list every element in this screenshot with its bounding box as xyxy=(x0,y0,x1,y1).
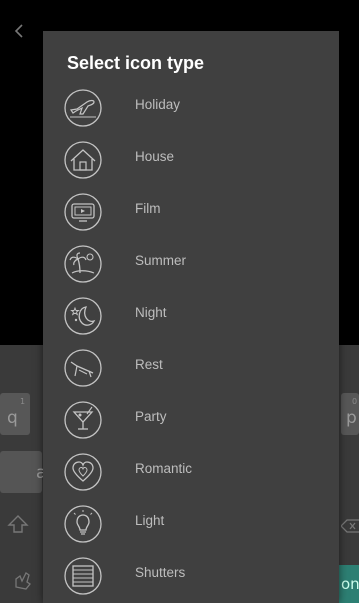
key-p-hint: 0 xyxy=(352,397,358,406)
option-light[interactable]: Light xyxy=(43,499,339,549)
option-holiday[interactable]: Holiday xyxy=(43,83,339,133)
keyboard-action-label: on xyxy=(341,575,359,593)
moon-stars-icon xyxy=(63,296,103,336)
option-label-film: Film xyxy=(135,201,161,216)
option-label-holiday: Holiday xyxy=(135,97,181,112)
option-label-shutters: Shutters xyxy=(135,565,186,580)
film-icon xyxy=(63,192,103,232)
light-bulb-icon xyxy=(63,504,103,544)
option-party[interactable]: Party xyxy=(43,395,339,445)
option-label-house: House xyxy=(135,149,175,164)
summer-palm-icon xyxy=(63,244,103,284)
option-house[interactable]: House xyxy=(43,135,339,185)
option-romantic[interactable]: Romantic xyxy=(43,447,339,497)
key-q-hint: 1 xyxy=(20,397,26,406)
back-chevron-icon[interactable] xyxy=(11,22,29,40)
option-label-night: Night xyxy=(135,305,167,320)
key-q-label: q xyxy=(7,408,18,428)
backspace-icon[interactable] xyxy=(341,516,359,536)
heart-icon xyxy=(63,452,103,492)
option-label-light: Light xyxy=(135,513,165,528)
option-summer[interactable]: Summer xyxy=(43,239,339,289)
option-night[interactable]: Night xyxy=(43,291,339,341)
option-label-party: Party xyxy=(135,409,167,424)
cocktail-icon xyxy=(63,400,103,440)
key-p-label: p xyxy=(346,408,357,428)
option-label-romantic: Romantic xyxy=(135,461,193,476)
deck-chair-icon xyxy=(63,348,103,388)
option-film[interactable]: Film xyxy=(43,187,339,237)
shutters-icon xyxy=(63,556,103,596)
dialog-title: Select icon type xyxy=(67,53,205,73)
house-icon xyxy=(63,140,103,180)
option-label-summer: Summer xyxy=(135,253,187,268)
option-shutters[interactable]: Shutters xyxy=(43,551,339,601)
symbols-hand-icon[interactable] xyxy=(10,567,36,593)
airplane-icon xyxy=(63,88,103,128)
shift-icon[interactable] xyxy=(6,511,30,537)
option-label-rest: Rest xyxy=(135,357,163,372)
select-icon-dialog: Select icon type Holiday House Film Summ… xyxy=(43,31,339,603)
option-rest[interactable]: Rest xyxy=(43,343,339,393)
